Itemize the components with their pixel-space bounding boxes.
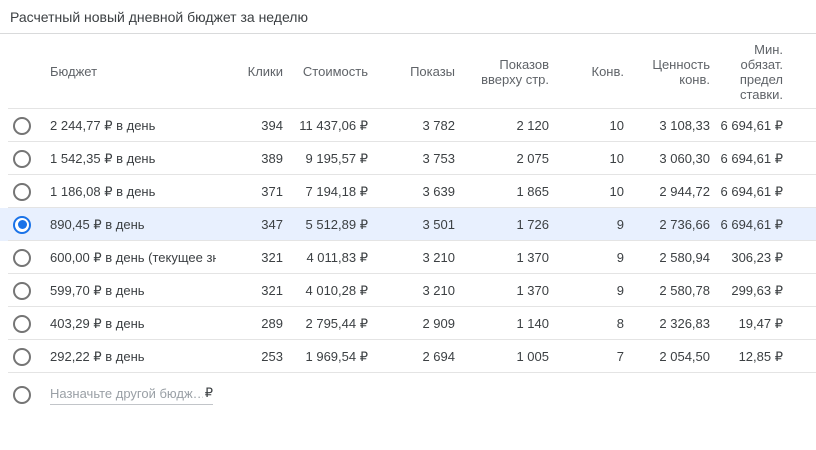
cost-cell: 4 010,28 ₽ [305, 282, 369, 298]
budget-option-row[interactable]: 2 244,77 ₽ в день 394 11 437,06 ₽ 3 782 … [0, 109, 816, 142]
top-impressions-cell: 1 370 [516, 283, 549, 298]
column-header-impressions: Показы [410, 64, 455, 79]
radio-button[interactable] [13, 149, 31, 168]
radio-button-checked[interactable] [13, 215, 31, 234]
conv-value-cell: 2 326,83 [659, 316, 710, 331]
impressions-cell: 3 639 [422, 184, 455, 199]
conversions-cell: 7 [616, 349, 624, 364]
clicks-cell: 394 [261, 118, 283, 133]
column-header-conv-value: Ценность конв. [652, 56, 710, 87]
cost-cell: 2 795,44 ₽ [305, 315, 369, 331]
conv-value-cell: 2 580,94 [659, 250, 710, 265]
impressions-cell: 3 782 [422, 118, 455, 133]
budget-cell: 292,22 ₽ в день [50, 348, 145, 364]
cost-cell: 1 969,54 ₽ [305, 348, 369, 364]
min-bid-cell: 306,23 ₽ [731, 249, 783, 265]
radio-button[interactable] [13, 248, 31, 267]
clicks-cell: 321 [261, 250, 283, 265]
conversions-cell: 9 [616, 250, 624, 265]
cost-cell: 4 011,83 ₽ [306, 249, 368, 265]
conversions-cell: 10 [609, 184, 624, 199]
impressions-cell: 3 753 [422, 151, 455, 166]
min-bid-cell: 19,47 ₽ [738, 315, 783, 331]
budget-option-row-selected[interactable]: 890,45 ₽ в день 347 5 512,89 ₽ 3 501 1 7… [0, 208, 816, 241]
conversions-cell: 9 [616, 283, 624, 298]
custom-budget-input[interactable] [50, 385, 203, 401]
impressions-cell: 2 694 [422, 349, 455, 364]
budget-cell: 2 244,77 ₽ в день [50, 117, 156, 133]
radio-button[interactable] [13, 116, 31, 135]
column-header-top-impressions: Показов вверху стр. [481, 56, 549, 87]
budget-option-row[interactable]: 403,29 ₽ в день 289 2 795,44 ₽ 2 909 1 1… [0, 307, 816, 340]
clicks-cell: 253 [261, 349, 283, 364]
conversions-cell: 10 [609, 118, 624, 133]
budget-option-row[interactable]: 292,22 ₽ в день 253 1 969,54 ₽ 2 694 1 0… [0, 340, 816, 373]
custom-budget-row[interactable]: ₽ [0, 373, 816, 417]
conv-value-cell: 2 736,66 [659, 217, 710, 232]
custom-budget-field: ₽ [50, 385, 213, 405]
table-header-row: Бюджет Клики Стоимость Показы Показов вв… [0, 34, 816, 109]
budget-option-row[interactable]: 600,00 ₽ в день (текущее зн 321 4 011,83… [0, 241, 816, 274]
clicks-cell: 371 [261, 184, 283, 199]
min-bid-cell: 6 694,61 ₽ [720, 117, 784, 133]
top-impressions-cell: 2 075 [516, 151, 549, 166]
column-header-clicks: Клики [247, 64, 283, 79]
cost-cell: 5 512,89 ₽ [305, 216, 369, 232]
min-bid-cell: 6 694,61 ₽ [720, 150, 784, 166]
radio-button[interactable] [13, 347, 31, 366]
budget-option-row[interactable]: 1 542,35 ₽ в день 389 9 195,57 ₽ 3 753 2… [0, 142, 816, 175]
radio-button[interactable] [13, 314, 31, 333]
conv-value-cell: 3 060,30 [659, 151, 710, 166]
impressions-cell: 2 909 [422, 316, 455, 331]
min-bid-cell: 12,85 ₽ [738, 348, 783, 364]
clicks-cell: 289 [261, 316, 283, 331]
column-header-conversions: Конв. [591, 64, 625, 79]
radio-button[interactable] [13, 182, 31, 201]
budget-cell: 600,00 ₽ в день (текущее зн [50, 249, 216, 265]
column-header-cost: Стоимость [302, 64, 368, 79]
budget-cell: 1 186,08 ₽ в день [50, 183, 156, 199]
budget-cell: 1 542,35 ₽ в день [50, 150, 156, 166]
column-header-min-bid: Мин. обязат. предел ставки. [739, 41, 783, 102]
conversions-cell: 8 [616, 316, 624, 331]
impressions-cell: 3 501 [422, 217, 455, 232]
min-bid-cell: 6 694,61 ₽ [720, 183, 784, 199]
column-header-budget: Бюджет [50, 64, 98, 79]
cost-cell: 9 195,57 ₽ [305, 150, 369, 166]
budget-cell: 890,45 ₽ в день [50, 216, 145, 232]
budget-cell: 599,70 ₽ в день [50, 282, 145, 298]
top-impressions-cell: 1 005 [516, 349, 549, 364]
min-bid-cell: 299,63 ₽ [731, 282, 783, 298]
budget-simulator-panel: Расчетный новый дневной бюджет за неделю… [0, 0, 816, 450]
clicks-cell: 347 [261, 217, 283, 232]
conv-value-cell: 2 580,78 [659, 283, 710, 298]
conv-value-cell: 3 108,33 [659, 118, 710, 133]
radio-button[interactable] [13, 386, 31, 404]
conv-value-cell: 2 944,72 [659, 184, 710, 199]
impressions-cell: 3 210 [422, 283, 455, 298]
budget-option-row[interactable]: 1 186,08 ₽ в день 371 7 194,18 ₽ 3 639 1… [0, 175, 816, 208]
budget-cell: 403,29 ₽ в день [50, 315, 145, 331]
top-impressions-cell: 2 120 [516, 118, 549, 133]
clicks-cell: 389 [261, 151, 283, 166]
conv-value-cell: 2 054,50 [659, 349, 710, 364]
conversions-cell: 10 [609, 151, 624, 166]
impressions-cell: 3 210 [422, 250, 455, 265]
top-impressions-cell: 1 370 [516, 250, 549, 265]
top-impressions-cell: 1 140 [516, 316, 549, 331]
min-bid-cell: 6 694,61 ₽ [720, 216, 784, 232]
budget-option-row[interactable]: 599,70 ₽ в день 321 4 010,28 ₽ 3 210 1 3… [0, 274, 816, 307]
currency-suffix: ₽ [204, 385, 213, 400]
conversions-cell: 9 [616, 217, 624, 232]
clicks-cell: 321 [261, 283, 283, 298]
top-impressions-cell: 1 865 [516, 184, 549, 199]
radio-button[interactable] [13, 281, 31, 300]
top-impressions-cell: 1 726 [516, 217, 549, 232]
cost-cell: 11 437,06 ₽ [299, 117, 368, 133]
cost-cell: 7 194,18 ₽ [305, 183, 369, 199]
page-title: Расчетный новый дневной бюджет за неделю [10, 9, 308, 25]
